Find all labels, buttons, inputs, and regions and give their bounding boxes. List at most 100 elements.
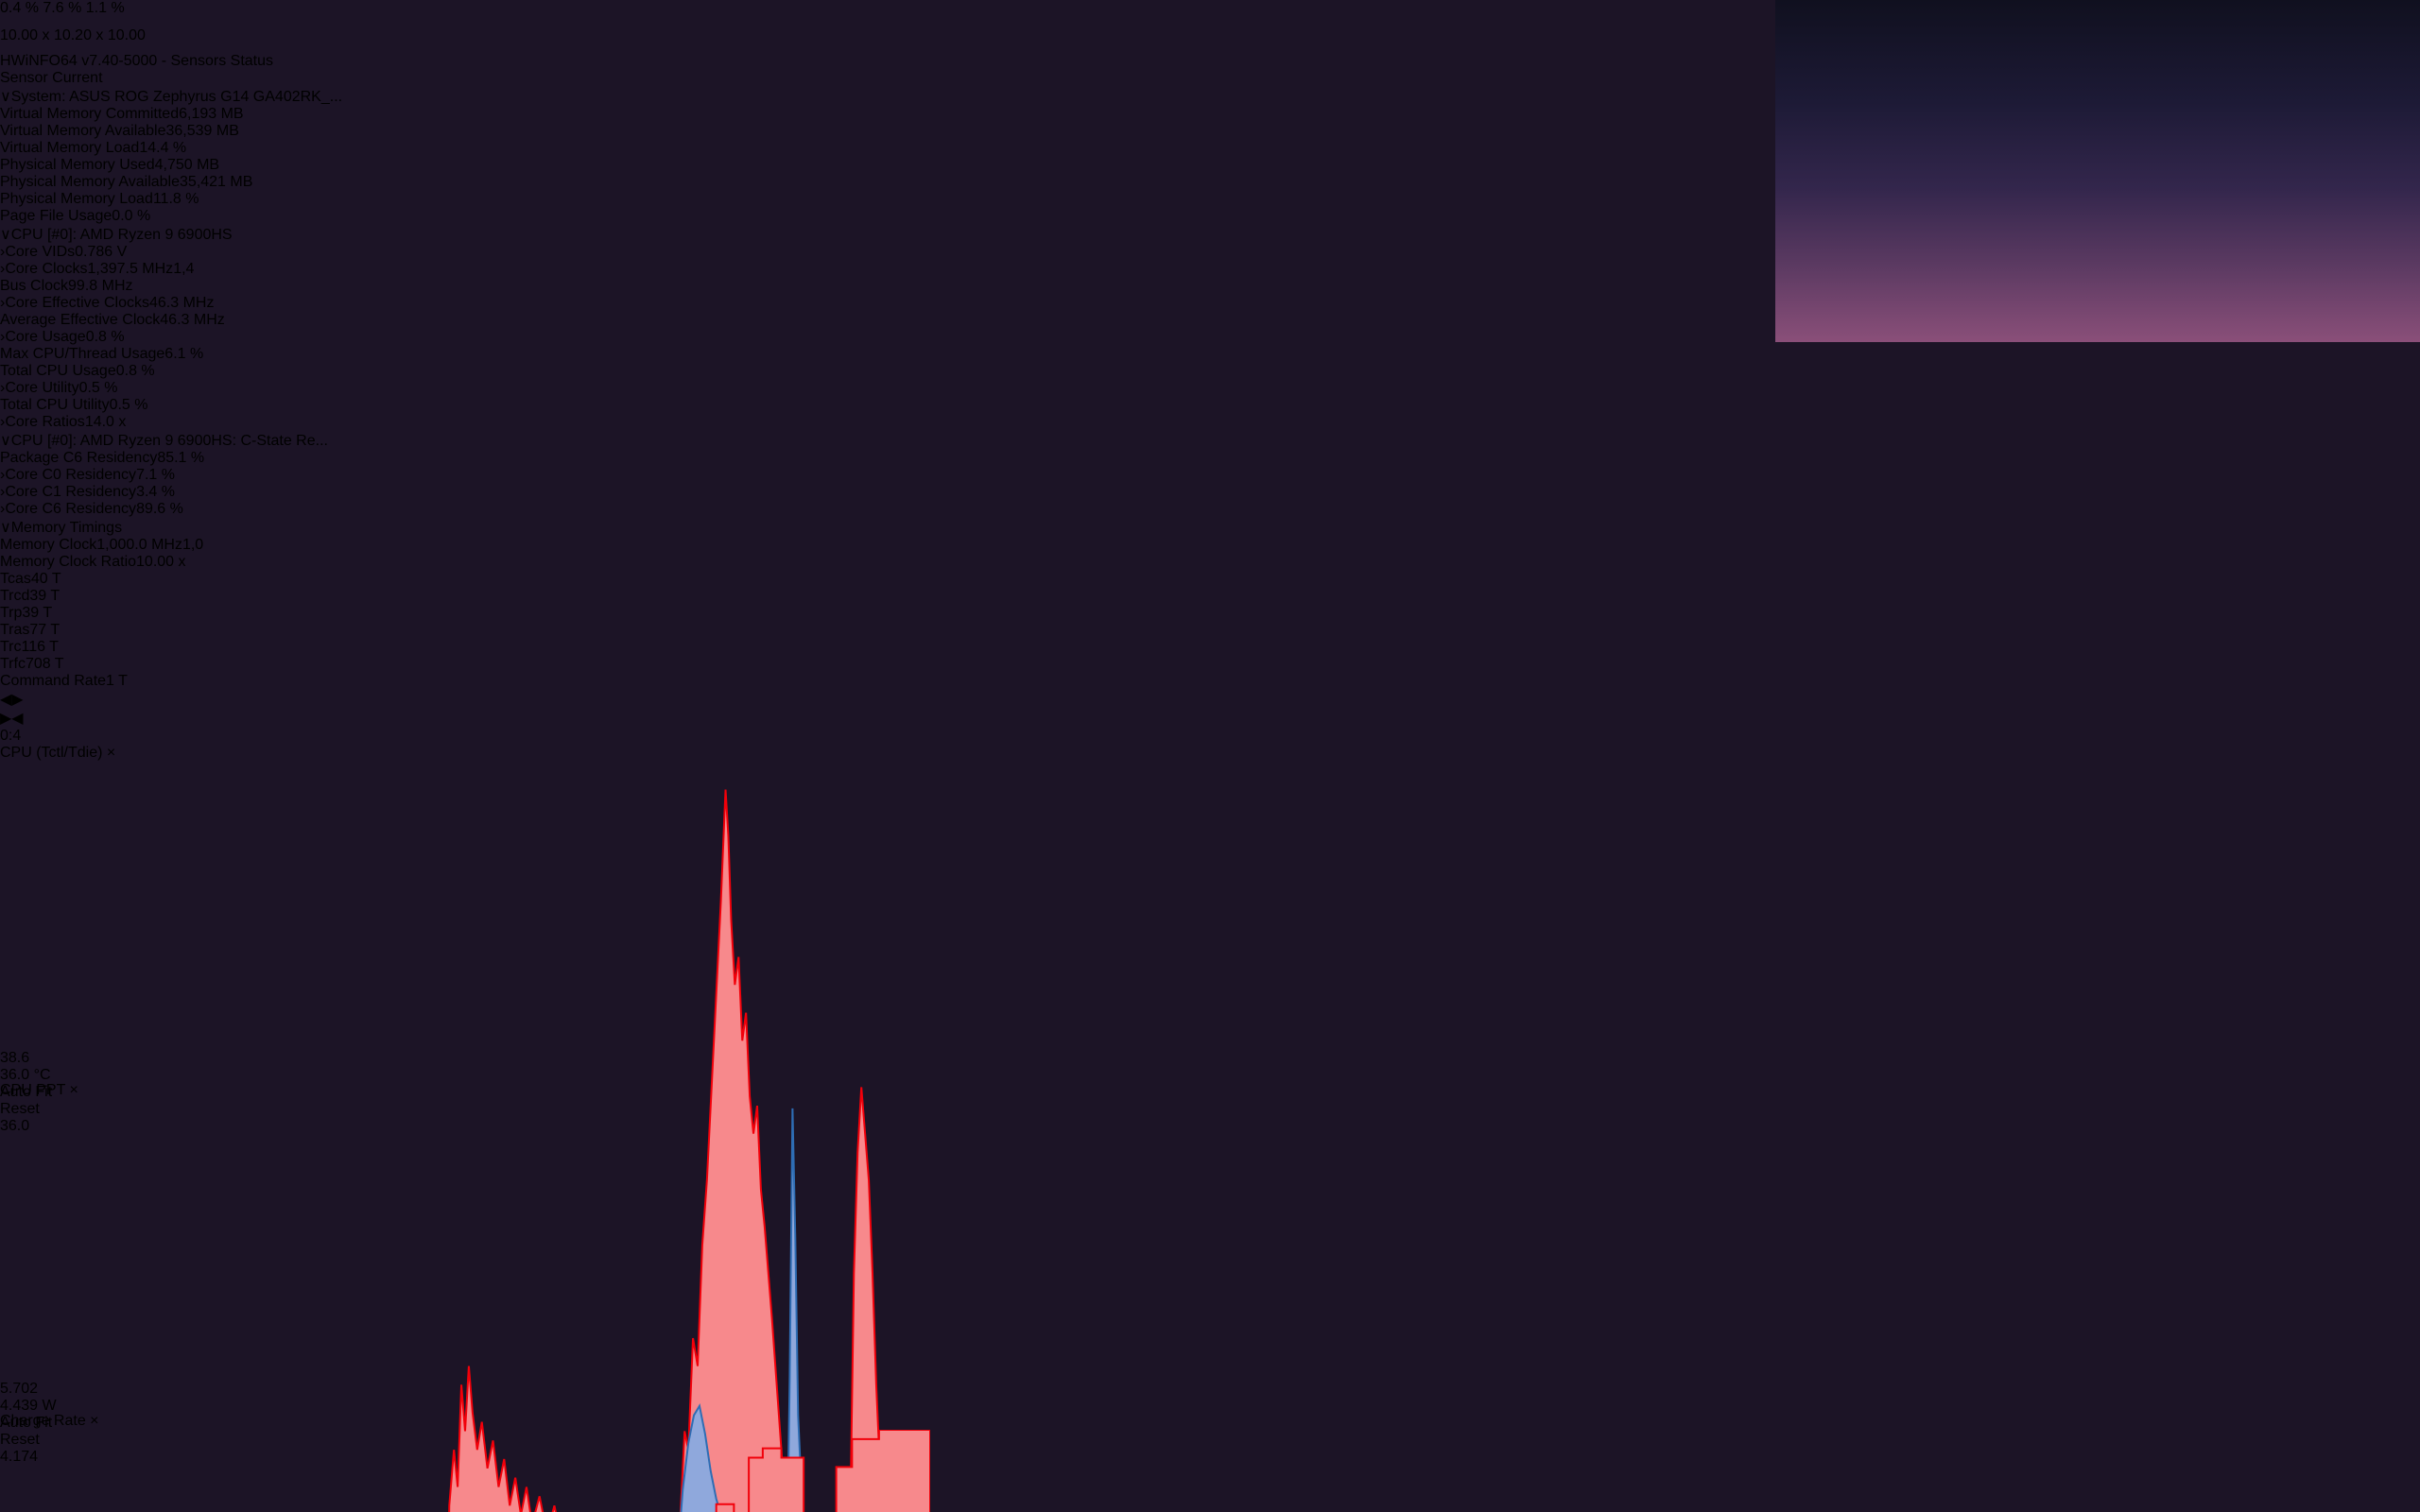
sensor-label: Core VIDs <box>5 244 76 260</box>
sensor-row[interactable]: Memory Clock Ratio10.00 x <box>0 554 2420 571</box>
sensor-label: Tras <box>0 622 30 638</box>
sensor-current-value: 0.8 % <box>115 363 155 379</box>
sensor-current-value: 40 T <box>30 571 61 587</box>
sensor-label: Core C6 Residency <box>5 501 137 517</box>
collapse-chevron-icon[interactable]: ∨ <box>0 433 11 449</box>
sensor-row[interactable]: Memory Clock1,000.0 MHz1,0 <box>0 537 2420 554</box>
close-icon[interactable]: × <box>107 745 115 761</box>
sensor-row[interactable]: ›Core C6 Residency89.6 % <box>0 501 2420 518</box>
collapse-chevron-icon[interactable]: ∨ <box>0 227 11 243</box>
sensor-current-value: 6,193 MB <box>179 106 244 122</box>
graph-window-cpu-tctl: CPU (Tctl/Tdie) × 38.6 36.0 °C Auto Fit … <box>0 745 2420 1512</box>
sensor-row[interactable]: Trp39 T <box>0 605 2420 622</box>
window-title: HWiNFO64 v7.40-5000 - Sensors Status <box>0 53 274 69</box>
sensor-label: Core Ratios <box>5 414 85 430</box>
sensor-current-value: 1 T <box>106 673 128 689</box>
sensor-current-value: 39 T <box>22 605 53 621</box>
wallpaper-mountain <box>1775 95 2420 342</box>
sensor-label: Package C6 Residency <box>0 450 158 466</box>
sensor-current-value: 35,421 MB <box>180 174 253 190</box>
sensor-row[interactable]: Tcas40 T <box>0 571 2420 588</box>
sensor-label: Total CPU Utility <box>0 397 110 413</box>
sensor-label: Virtual Memory Load <box>0 140 140 156</box>
hwinfo-background-row: 10.00 x 10.20 x 10.00 <box>0 27 526 53</box>
graph-plot-area <box>0 762 930 1512</box>
sensor-group-row[interactable]: ∨Memory Timings <box>0 518 2420 537</box>
sensor-label: Bus Clock <box>0 278 69 294</box>
sensor-row[interactable]: ›Core C0 Residency7.1 % <box>0 467 2420 484</box>
graph-titlebar[interactable]: CPU (Tctl/Tdie) × <box>0 745 2420 762</box>
bg-max-value: 10.20 x <box>53 27 104 43</box>
sensor-label: Physical Memory Used <box>0 157 155 173</box>
sensor-row[interactable]: Total CPU Utility0.5 % <box>0 397 2420 414</box>
sensor-label: Memory Clock Ratio <box>0 554 137 570</box>
column-header-sensor[interactable]: Sensor <box>0 70 48 86</box>
sensor-row[interactable]: Tras77 T <box>0 622 2420 639</box>
sensor-current-value: 39 T <box>29 588 60 604</box>
sensor-row[interactable]: ›Core Ratios14.0 x <box>0 414 2420 431</box>
sensor-current-value: 1,397.5 MHz <box>87 261 174 277</box>
sensor-current-value: 3.4 % <box>136 484 175 500</box>
sensor-label: Trfc <box>0 656 26 672</box>
sensor-row[interactable]: Trc116 T <box>0 639 2420 656</box>
hwinfo-toolbar: ◀▶ ▶◀ 0:4 <box>0 690 2420 745</box>
sensor-label: Core Usage <box>5 329 86 345</box>
sensor-label: Average Effective Clock <box>0 312 161 328</box>
graph-window-cpu-ppt: CPU PPT × 5.702 4.439 W Auto Fit Reset 4… <box>0 1082 2420 1512</box>
sensor-label: Tcas <box>0 571 31 587</box>
sensor-row[interactable]: ›Core C1 Residency3.4 % <box>0 484 2420 501</box>
sensor-group-label: CPU [#0]: AMD Ryzen 9 6900HS: C-State Re… <box>10 433 328 449</box>
sensor-current-value: 77 T <box>29 622 60 638</box>
wallpaper <box>1775 0 2420 342</box>
uptime-text: 0:4 <box>0 728 22 744</box>
sensor-current-value: 89.6 % <box>136 501 183 517</box>
collapse-columns-button[interactable]: ▶◀ <box>0 709 2420 728</box>
sensor-current-value: 708 T <box>25 656 64 672</box>
sensor-group-label: Memory Timings <box>10 520 123 536</box>
bg-min-value: 10.00 x <box>0 27 50 43</box>
sensor-label: Virtual Memory Committed <box>0 106 180 122</box>
close-icon[interactable]: × <box>70 1082 78 1098</box>
sensor-current-value: 10.00 x <box>136 554 186 570</box>
sensor-current-value: 6.1 % <box>164 346 204 362</box>
sensor-label: Page File Usage <box>0 208 112 224</box>
sensor-row[interactable]: Package C6 Residency85.1 % <box>0 450 2420 467</box>
sensor-label: Physical Memory Load <box>0 191 153 207</box>
sensor-label: Virtual Memory Available <box>0 123 166 139</box>
sensor-current-value: 11.8 % <box>152 191 199 207</box>
sensor-current-value: 116 T <box>21 639 59 655</box>
sensor-row[interactable]: Max CPU/Thread Usage6.1 % <box>0 346 2420 363</box>
bg-max-value: 7.6 % <box>43 0 82 16</box>
sensor-label: Trc <box>0 639 22 655</box>
sensor-current-value: 14.0 x <box>84 414 127 430</box>
sensor-label: Core Utility <box>5 380 79 396</box>
graph-title: Charge Rate <box>0 1413 86 1429</box>
sensor-current-value: 0.5 % <box>109 397 148 413</box>
sensor-label: Trcd <box>0 588 30 604</box>
sensor-label: Core Clocks <box>5 261 88 277</box>
sensor-row[interactable]: Trcd39 T <box>0 588 2420 605</box>
series-area <box>0 1430 930 1512</box>
close-icon[interactable]: × <box>90 1413 98 1429</box>
sensor-current-value: 85.1 % <box>157 450 205 466</box>
graph-plot-area <box>0 1430 930 1512</box>
graph-plot-area <box>0 1099 930 1512</box>
sensor-label: Core Effective Clocks <box>5 295 149 311</box>
sensor-row[interactable]: Trfc708 T <box>0 656 2420 673</box>
sensor-current-value: 46.3 MHz <box>160 312 225 328</box>
sensor-group-label: CPU [#0]: AMD Ryzen 9 6900HS <box>10 227 233 243</box>
sensor-label: Core C0 Residency <box>5 467 137 483</box>
sensor-row[interactable]: Command Rate1 T <box>0 673 2420 690</box>
sensor-row[interactable]: Total CPU Usage0.8 % <box>0 363 2420 380</box>
expand-columns-button[interactable]: ◀▶ <box>0 690 2420 709</box>
sensor-row[interactable]: ›Core Utility0.5 % <box>0 380 2420 397</box>
collapse-chevron-icon[interactable]: ∨ <box>0 89 11 105</box>
sensor-current-value: 99.8 MHz <box>68 278 133 294</box>
sensor-label: Total CPU Usage <box>0 363 116 379</box>
bg-avg-value: 10.00 <box>107 27 146 43</box>
column-header-current[interactable]: Current <box>52 70 102 86</box>
collapse-chevron-icon[interactable]: ∨ <box>0 520 11 536</box>
sensor-current-value: 46.3 MHz <box>148 295 215 311</box>
sensor-group-row[interactable]: ∨CPU [#0]: AMD Ryzen 9 6900HS: C-State R… <box>0 431 2420 450</box>
sensor-label: Core C1 Residency <box>5 484 137 500</box>
